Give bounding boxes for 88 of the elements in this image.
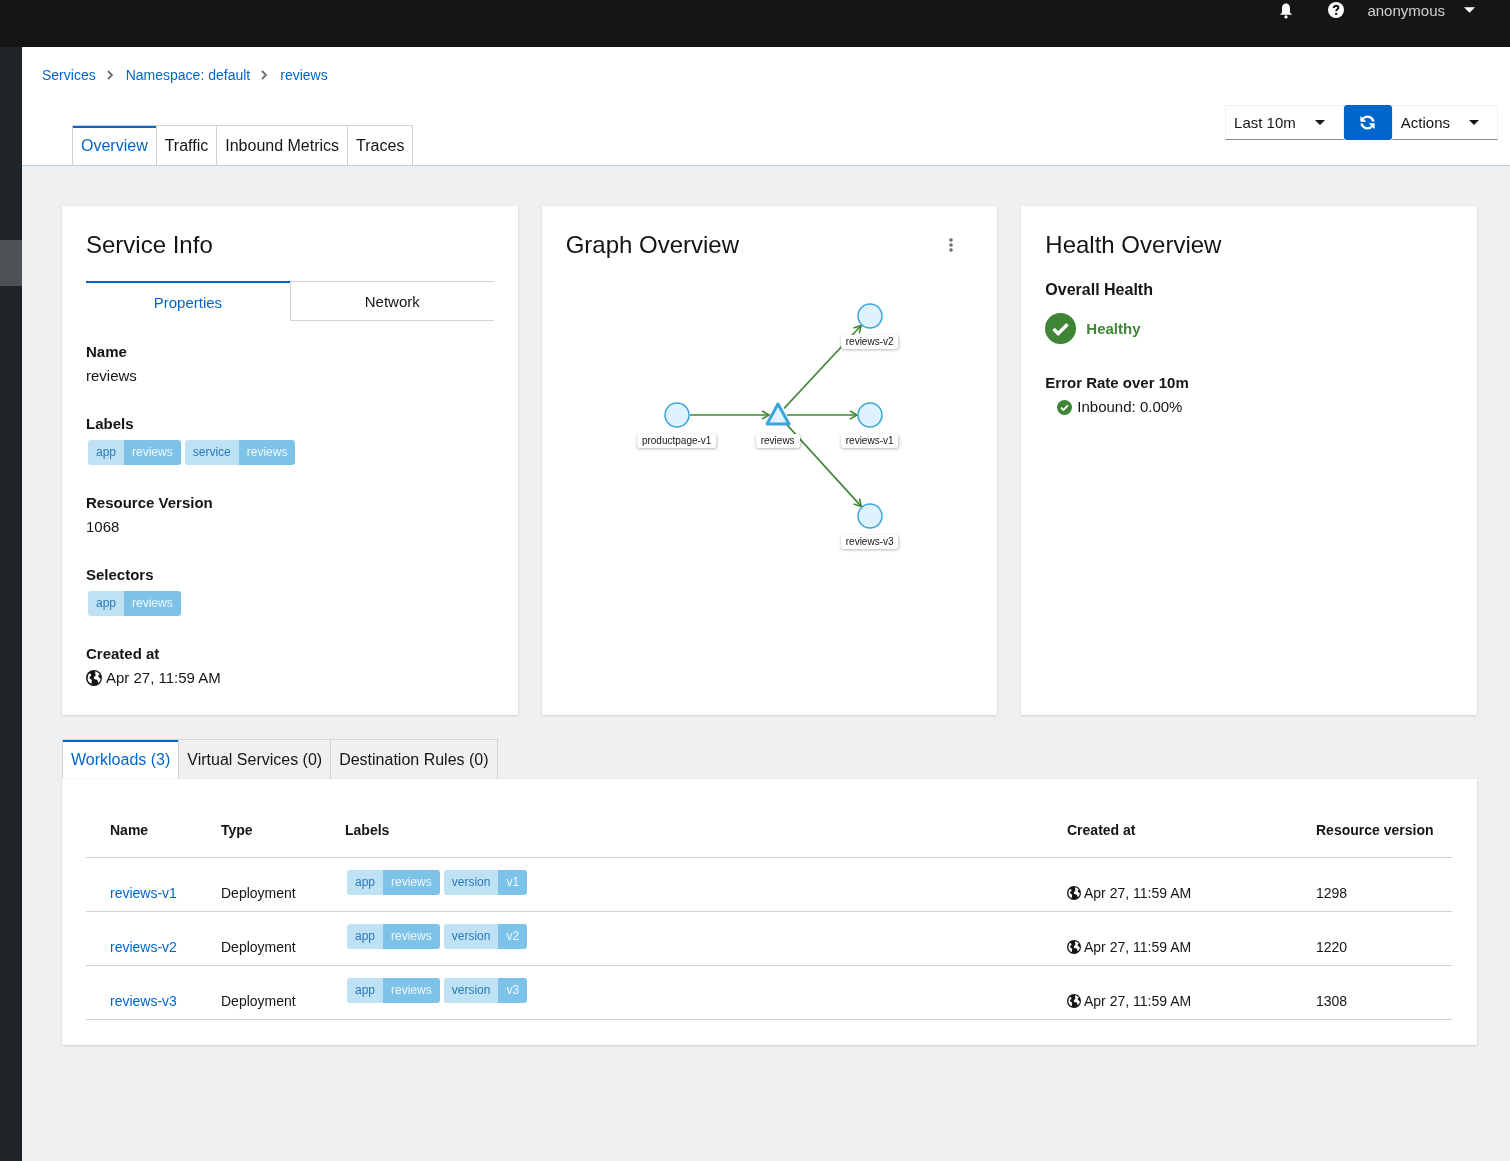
resource-version: 1298	[1316, 884, 1348, 901]
column-header: Labels	[345, 821, 390, 838]
node-label: reviews-v2	[840, 335, 899, 349]
label-key: app	[347, 977, 384, 1003]
interval-dropdown[interactable]: Last 10m	[1225, 105, 1344, 140]
property-label: Selectors	[86, 565, 155, 585]
label-key: version	[443, 869, 499, 895]
label-value: v2	[498, 923, 528, 949]
sync-icon	[1359, 114, 1377, 131]
column-header: Created at	[1067, 821, 1136, 838]
tab[interactable]: Virtual Services (0)	[179, 739, 332, 779]
globe-icon	[1067, 993, 1081, 1008]
label-key: version	[443, 923, 499, 949]
label-value: reviews	[383, 869, 440, 895]
caret-down-icon	[1469, 120, 1479, 125]
property-label: Resource Version	[86, 493, 214, 513]
label-key: version	[443, 977, 499, 1003]
created-time: Apr 27, 11:59 AM	[1084, 937, 1192, 957]
label-value: reviews	[383, 977, 440, 1003]
refresh-button[interactable]	[1343, 105, 1392, 140]
tab[interactable]: Workloads (3)	[62, 739, 180, 779]
card-title: Graph Overview	[565, 230, 740, 260]
property-value: 1068	[86, 517, 121, 537]
node-label: reviews-v3	[840, 535, 899, 549]
section-label: Error Rate over 10m	[1045, 373, 1190, 393]
property-label: Name	[86, 342, 128, 362]
workload-link[interactable]: reviews-v3	[110, 992, 177, 1009]
actions-dropdown[interactable]: Actions	[1391, 105, 1498, 140]
help-icon[interactable]	[1328, 2, 1345, 18]
card-title: Health Overview	[1045, 230, 1223, 260]
label-value: v1	[498, 869, 528, 895]
label-value: reviews	[124, 440, 181, 465]
bell-icon[interactable]	[1278, 1, 1295, 19]
circle-node[interactable]	[856, 303, 883, 329]
tab[interactable]: Traces	[348, 125, 414, 165]
resource-version: 1308	[1316, 992, 1348, 1009]
workload-link[interactable]: reviews-v2	[110, 938, 177, 955]
workload-link[interactable]: reviews-v1	[110, 884, 177, 901]
section-label: Overall Health	[1045, 280, 1154, 300]
kebab-menu-icon[interactable]	[949, 238, 954, 252]
label-value: v3	[498, 977, 528, 1003]
created-time: Apr 27, 11:59 AM	[1084, 991, 1192, 1011]
column-header: Resource version	[1316, 821, 1434, 838]
label-key: service	[184, 440, 239, 465]
globe-icon	[1067, 885, 1081, 900]
globe-icon	[1067, 939, 1081, 954]
breadcrumb-link[interactable]: Namespace: default	[125, 67, 251, 83]
chevron-right-icon	[261, 70, 268, 80]
breadcrumb-link[interactable]: reviews	[280, 67, 328, 83]
globe-icon	[86, 670, 102, 686]
user-menu-toggle[interactable]: anonymous	[1367, 1, 1475, 19]
label-key: app	[347, 923, 384, 949]
label-value: reviews	[124, 591, 181, 616]
card-title: Service Info	[86, 230, 214, 260]
label-value: reviews	[238, 440, 296, 465]
tab[interactable]: Destination Rules (0)	[331, 739, 498, 779]
created-time: Apr 27, 11:59 AM	[106, 668, 221, 688]
circle-node[interactable]	[856, 402, 883, 428]
circle-node[interactable]	[663, 402, 690, 428]
label-key: app	[88, 591, 125, 616]
label-key: app	[88, 440, 125, 465]
tab[interactable]: Inbound Metrics	[217, 125, 349, 165]
circle-node[interactable]	[856, 503, 883, 529]
breadcrumb-link[interactable]: Services	[42, 67, 96, 83]
created-time: Apr 27, 11:59 AM	[1084, 883, 1192, 903]
node-label: reviews	[755, 434, 800, 448]
caret-down-icon	[1314, 120, 1325, 125]
tab[interactable]: Traffic	[156, 125, 218, 165]
caret-down-icon	[1464, 7, 1475, 13]
triangle-node[interactable]	[765, 402, 791, 426]
resource-version: 1220	[1316, 938, 1348, 955]
column-header: Type	[221, 821, 253, 838]
node-label: reviews-v1	[840, 434, 899, 448]
property-label: Labels	[86, 414, 135, 434]
tab[interactable]: Network	[289, 281, 494, 321]
workload-type: Deployment	[221, 992, 296, 1009]
label-value: reviews	[383, 923, 440, 949]
property-label: Created at	[86, 644, 161, 664]
inbound-error-rate: Inbound: 0.00%	[1077, 397, 1183, 417]
label-key: app	[347, 869, 384, 895]
node-label: productpage-v1	[636, 434, 717, 448]
health-status: Healthy	[1086, 320, 1141, 337]
chevron-right-icon	[106, 70, 113, 80]
tab[interactable]: Overview	[72, 125, 157, 165]
property-value: reviews	[86, 366, 138, 386]
column-header: Name	[110, 821, 149, 838]
workload-type: Deployment	[221, 884, 296, 901]
workload-type: Deployment	[221, 938, 296, 955]
